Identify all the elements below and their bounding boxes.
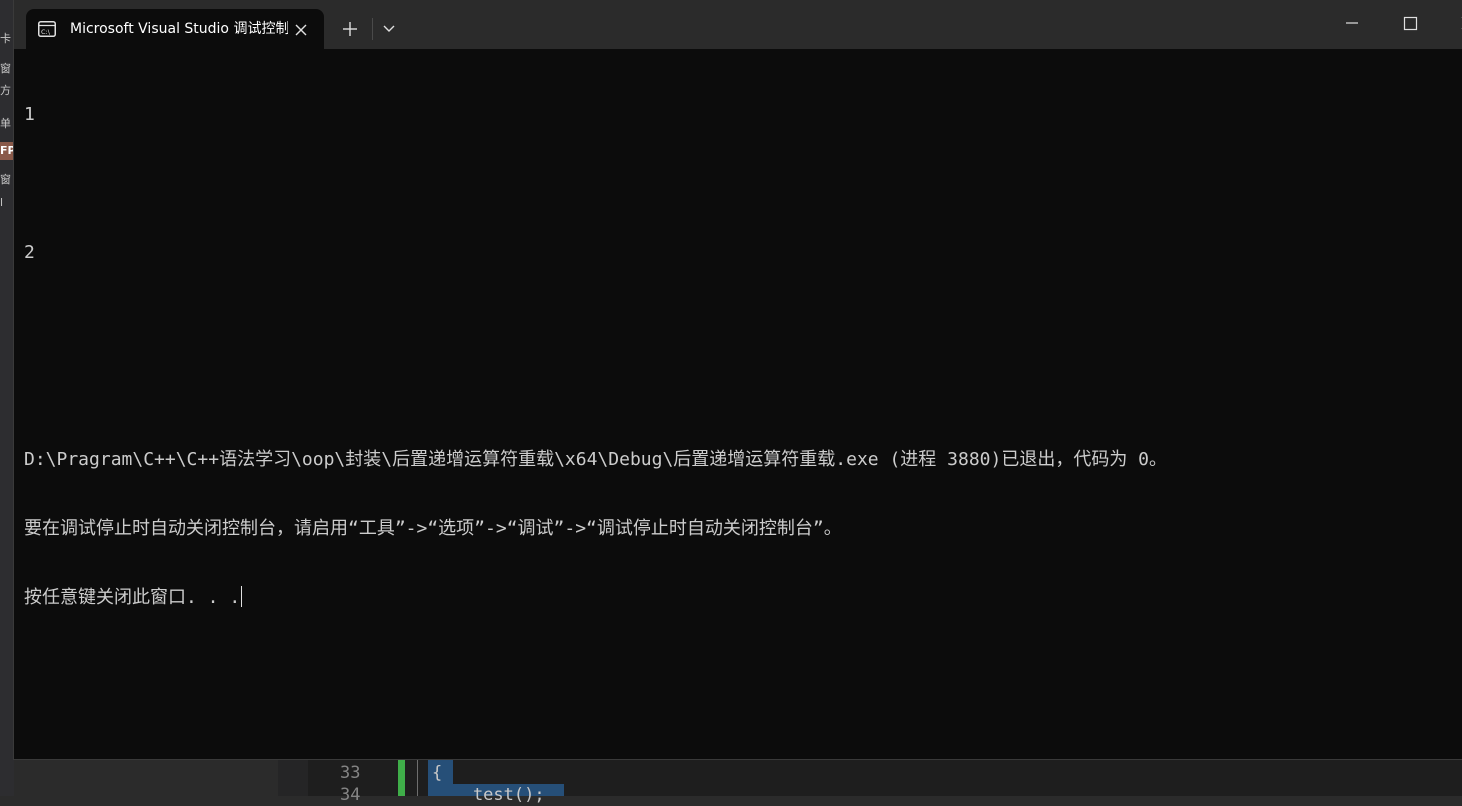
left-panel-fragment: 卡 [0, 32, 11, 45]
debug-console-window: C:\ Microsoft Visual Studio 调试控制台 1 2 D:… [13, 0, 1462, 760]
left-panel-fragment: 方 [0, 84, 11, 97]
change-indicator-bar [398, 760, 405, 796]
close-icon [295, 24, 307, 36]
background-editor-margin [278, 760, 308, 796]
console-prompt-line: 按任意键关闭此窗口. . . [24, 586, 1454, 609]
left-panel-fragment: 窗 [0, 173, 11, 186]
chevron-down-icon [383, 25, 395, 32]
line-number: 34 [340, 785, 361, 805]
minimize-button[interactable] [1322, 0, 1380, 46]
text-cursor [241, 586, 243, 607]
tab-title: Microsoft Visual Studio 调试控制台 [70, 21, 288, 37]
console-output[interactable]: 1 2 D:\Pragram\C++\C++语法学习\oop\封装\后置递增运算… [24, 57, 1454, 747]
left-panel-fragment: 单 [0, 117, 11, 130]
code-line: test(); [432, 785, 545, 805]
console-icon: C:\ [38, 21, 56, 37]
console-line: D:\Pragram\C++\C++语法学习\oop\封装\后置递增运算符重载\… [24, 449, 1168, 470]
left-panel-fragment: l [0, 196, 4, 209]
console-line: 按任意键关闭此窗口. . . [24, 587, 241, 608]
console-line: 2 [24, 242, 35, 263]
tab-dropdown-button[interactable] [378, 16, 400, 42]
plus-icon [343, 22, 357, 36]
line-number: 33 [340, 763, 361, 783]
fold-guide-line [417, 760, 418, 796]
new-tab-button[interactable] [336, 15, 364, 43]
maximize-button[interactable] [1380, 0, 1438, 46]
svg-text:C:\: C:\ [41, 28, 51, 36]
close-icon [1461, 17, 1462, 29]
minimize-icon [1346, 22, 1358, 24]
close-tab-button[interactable] [290, 19, 312, 41]
background-ide-left-panel: 卡 窗 方 单 FP 窗 l [0, 0, 14, 796]
console-line: 要在调试停止时自动关闭控制台，请启用“工具”->“选项”->“调试”->“调试停… [24, 518, 842, 539]
maximize-icon [1403, 16, 1418, 31]
title-bar[interactable]: C:\ Microsoft Visual Studio 调试控制台 [14, 0, 1462, 49]
close-window-button[interactable] [1438, 0, 1462, 46]
console-line: 1 [24, 104, 35, 125]
tab-debug-console[interactable]: C:\ Microsoft Visual Studio 调试控制台 [26, 9, 324, 49]
left-panel-fragment: 窗 [0, 62, 11, 75]
tab-separator [372, 18, 373, 40]
left-panel-fragment: FP [0, 142, 14, 160]
code-line: { [432, 763, 443, 783]
